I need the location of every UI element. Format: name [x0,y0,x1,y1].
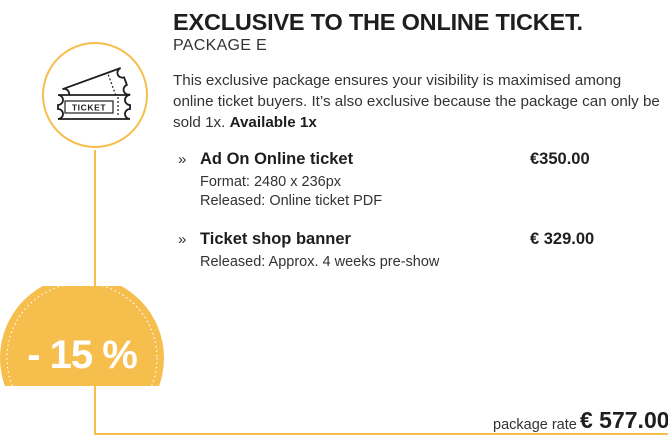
package-title: EXCLUSIVE TO THE ONLINE TICKET. [173,9,583,35]
discount-badge-text: - 15 % [27,333,138,377]
package-subtitle: PACKAGE E [173,37,267,54]
bullet-icon: » [178,231,187,248]
item-detail: Released: Online ticket PDF [200,193,383,209]
ticket-icon-label: TICKET [72,103,106,113]
item-price: €350.00 [530,150,590,168]
item-price: € 329.00 [530,230,595,248]
item-name: Ad On Online ticket [200,150,354,168]
package-rate-value: € 577.00 [580,407,668,433]
package-rate-label: package rate [493,417,577,433]
item-detail: Released: Approx. 4 weeks pre-show [200,254,440,270]
ticket-icon: TICKET [40,40,150,150]
package-description: This exclusive package ensures your visi… [173,70,665,133]
item-detail: Format: 2480 x 236px [200,174,342,190]
bullet-icon: » [178,151,187,168]
availability-text: Available 1x [229,114,317,131]
item-name: Ticket shop banner [200,230,351,248]
